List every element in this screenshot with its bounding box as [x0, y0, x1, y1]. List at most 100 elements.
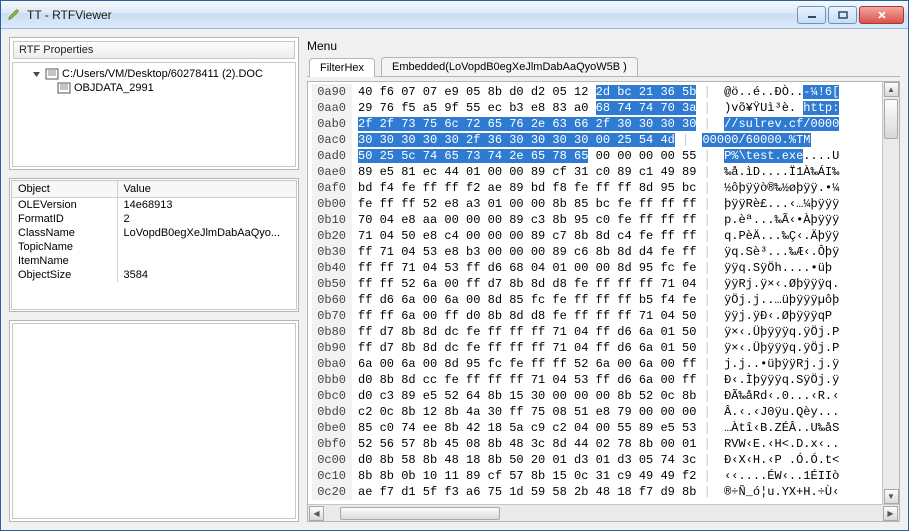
- property-row[interactable]: ItemName: [12, 254, 296, 268]
- ascii-selection[interactable]: 00000/60000.%TM: [702, 133, 810, 147]
- hex-row[interactable]: 0b80ff d7 8b 8d dc fe ff ff ff 71 04 ff …: [312, 324, 878, 340]
- hex-row[interactable]: 0b50ff ff 52 6a 00 ff d7 8b 8d d8 fe ff …: [312, 276, 878, 292]
- property-row[interactable]: ObjectSize3584: [12, 268, 296, 282]
- hex-ascii[interactable]: Â.‹.‹J0ÿu.Qèy...: [724, 404, 839, 420]
- hex-bytes[interactable]: 52 56 57 8b 45 08 8b 48 3c 8d 44 02 78 8…: [358, 436, 696, 452]
- hex-selection[interactable]: 30 30 30 30 30 2f 36 30 30 30 30 00 25 5…: [358, 133, 675, 147]
- hex-selection[interactable]: 2f 2f 73 75 6c 72 65 76 2e 63 66 2f 30 3…: [358, 117, 696, 131]
- hex-row[interactable]: 0aa029 76 f5 a5 9f 55 ec b3 e8 83 a0 68 …: [312, 100, 878, 116]
- property-row[interactable]: ClassNameLoVopdB0egXeJlmDabAaQyo...: [12, 226, 296, 240]
- ascii-selection[interactable]: //sulrev.cf/0000: [724, 117, 839, 131]
- hex-bytes[interactable]: 2f 2f 73 75 6c 72 65 76 2e 63 66 2f 30 3…: [358, 116, 696, 132]
- hex-bytes[interactable]: ff d7 8b 8d dc fe ff ff ff 71 04 ff d6 6…: [358, 324, 696, 340]
- hex-bytes[interactable]: d0 8b 58 8b 48 18 8b 50 20 01 d3 01 d3 0…: [358, 452, 696, 468]
- hex-ascii[interactable]: )võ¥ŸUì³è. http:: [724, 100, 839, 116]
- hex-ascii[interactable]: ®÷Ñ_ó¦u.YX+H.÷Ù‹: [724, 484, 839, 500]
- hex-viewer[interactable]: 0a9040 f6 07 07 e9 05 8b d0 d2 05 12 2d …: [307, 81, 900, 522]
- hex-ascii[interactable]: //sulrev.cf/0000: [724, 116, 839, 132]
- hex-bytes[interactable]: d0 8b 8d cc fe ff ff ff 71 04 53 ff d6 6…: [358, 372, 696, 388]
- hex-bytes[interactable]: ff ff 6a 00 ff d0 8b 8d d8 fe ff ff ff 7…: [358, 308, 696, 324]
- hex-bytes[interactable]: 71 04 50 e8 c4 00 00 00 89 c7 8b 8d c4 f…: [358, 228, 696, 244]
- col-value[interactable]: Value: [117, 181, 296, 198]
- hex-ascii[interactable]: ÿ×‹.Üþÿÿÿq.ÿÖj.P: [724, 340, 839, 356]
- hex-selection[interactable]: 50 25 5c 74 65 73 74 2e 65 78 65: [358, 149, 588, 163]
- hex-bytes[interactable]: 85 c0 74 ee 8b 42 18 5a c9 c2 04 00 55 8…: [358, 420, 696, 436]
- hex-bytes[interactable]: ff ff 71 04 53 ff d6 68 04 01 00 00 8d 9…: [358, 260, 696, 276]
- hex-row[interactable]: 0ab02f 2f 73 75 6c 72 65 76 2e 63 66 2f …: [312, 116, 878, 132]
- hex-row[interactable]: 0bb0d0 8b 8d cc fe ff ff ff 71 04 53 ff …: [312, 372, 878, 388]
- hex-bytes[interactable]: 70 04 e8 aa 00 00 00 89 c3 8b 95 c0 fe f…: [358, 212, 696, 228]
- collapse-toggle-icon[interactable]: [31, 69, 42, 80]
- hex-bytes[interactable]: ff ff 52 6a 00 ff d7 8b 8d d8 fe ff ff f…: [358, 276, 696, 292]
- hex-ascii[interactable]: ‹‹....ÉW‹..1ÉIIò: [724, 468, 839, 484]
- col-object[interactable]: Object: [12, 181, 117, 198]
- hex-ascii[interactable]: …Àtî‹B.ZÉÂ..U‰åS: [724, 420, 839, 436]
- hex-row[interactable]: 0c20ae f7 d1 5f f3 a6 75 1d 59 58 2b 48 …: [312, 484, 878, 500]
- hex-ascii[interactable]: 00000/60000.%TM: [702, 132, 810, 148]
- tab-embedded[interactable]: Embedded(LoVopdB0egXeJlmDabAaQyoW5B ): [381, 57, 638, 76]
- hex-bytes[interactable]: bd f4 fe ff ff f2 ae 89 bd f8 fe ff ff 8…: [358, 180, 696, 196]
- hex-selection[interactable]: 68 74 74 70 3a: [596, 101, 697, 115]
- hex-bytes[interactable]: 89 e5 81 ec 44 01 00 00 89 cf 31 c0 89 c…: [358, 164, 696, 180]
- horizontal-scrollbar[interactable]: ◀ ▶: [308, 504, 899, 521]
- hex-bytes[interactable]: fe ff ff 52 e8 a3 01 00 00 8b 85 bc fe f…: [358, 196, 696, 212]
- hex-ascii[interactable]: ÿÖj.j..…üþÿÿÿµôþ: [724, 292, 839, 308]
- hex-ascii[interactable]: ÐÃ‰åRd‹.0...‹R.‹: [724, 388, 839, 404]
- scroll-right-icon[interactable]: ▶: [883, 506, 898, 521]
- hex-row[interactable]: 0b1070 04 e8 aa 00 00 00 89 c3 8b 95 c0 …: [312, 212, 878, 228]
- hex-ascii[interactable]: j.j..•üþÿÿRj.j.ÿ: [724, 356, 839, 372]
- hex-row[interactable]: 0a9040 f6 07 07 e9 05 8b d0 d2 05 12 2d …: [312, 84, 878, 100]
- property-row[interactable]: OLEVersion14e68913: [12, 198, 296, 213]
- hex-row[interactable]: 0b30ff 71 04 53 e8 b3 00 00 00 89 c6 8b …: [312, 244, 878, 260]
- hex-bytes[interactable]: 8b 8b 0b 10 11 89 cf 57 8b 15 0c 31 c9 4…: [358, 468, 696, 484]
- hex-row[interactable]: 0b60ff d6 6a 00 6a 00 8d 85 fc fe ff ff …: [312, 292, 878, 308]
- hex-ascii[interactable]: ½ôþÿÿò®‰½øþÿÿ.•¼: [724, 180, 839, 196]
- hex-row[interactable]: 0b40ff ff 71 04 53 ff d6 68 04 01 00 00 …: [312, 260, 878, 276]
- hex-bytes[interactable]: ae f7 d1 5f f3 a6 75 1d 59 58 2b 48 18 f…: [358, 484, 696, 500]
- hex-row[interactable]: 0b2071 04 50 e8 c4 00 00 00 89 c7 8b 8d …: [312, 228, 878, 244]
- hex-row[interactable]: 0b00fe ff ff 52 e8 a3 01 00 00 8b 85 bc …: [312, 196, 878, 212]
- hex-ascii[interactable]: ÿÿj.ÿÐ‹.ØþÿÿÿqP: [724, 308, 832, 324]
- hex-row[interactable]: 0ae089 e5 81 ec 44 01 00 00 89 cf 31 c0 …: [312, 164, 878, 180]
- scroll-down-icon[interactable]: ▼: [884, 489, 899, 504]
- hex-ascii[interactable]: p.èª...‰Ã‹•Àþÿÿÿ: [724, 212, 839, 228]
- hex-row[interactable]: 0ad050 25 5c 74 65 73 74 2e 65 78 65 00 …: [312, 148, 878, 164]
- hex-row[interactable]: 0c00d0 8b 58 8b 48 18 8b 50 20 01 d3 01 …: [312, 452, 878, 468]
- hex-bytes[interactable]: ff d7 8b 8d dc fe ff ff ff 71 04 ff d6 6…: [358, 340, 696, 356]
- tab-filterhex[interactable]: FilterHex: [309, 58, 375, 77]
- vertical-scrollbar[interactable]: ▲ ▼: [882, 82, 899, 504]
- property-row[interactable]: TopicName: [12, 240, 296, 254]
- hex-ascii[interactable]: Ð‹.Ìþÿÿÿq.SÿÖj.ÿ: [724, 372, 839, 388]
- hex-row[interactable]: 0c108b 8b 0b 10 11 89 cf 57 8b 15 0c 31 …: [312, 468, 878, 484]
- titlebar[interactable]: TT - RTFViewer: [1, 1, 908, 29]
- hex-row[interactable]: 0bd0c2 0c 8b 12 8b 4a 30 ff 75 08 51 e8 …: [312, 404, 878, 420]
- close-button[interactable]: [859, 6, 904, 24]
- ascii-selection[interactable]: -¼!6[: [803, 85, 839, 99]
- tree-child-row[interactable]: OBJDATA_2991: [15, 81, 293, 95]
- maximize-button[interactable]: [828, 6, 857, 24]
- minimize-button[interactable]: [797, 6, 826, 24]
- file-tree[interactable]: C:/Users/VM/Desktop/60278411 (2).DOC OBJ…: [12, 62, 296, 167]
- property-row[interactable]: FormatID2: [12, 212, 296, 226]
- hex-row[interactable]: 0bc0d0 c3 89 e5 52 64 8b 15 30 00 00 00 …: [312, 388, 878, 404]
- scroll-thumb-h[interactable]: [340, 507, 500, 520]
- hex-bytes[interactable]: ff 71 04 53 e8 b3 00 00 00 89 c6 8b 8d d…: [358, 244, 696, 260]
- hex-ascii[interactable]: q.PèÄ...‰Ç‹.Äþÿÿ: [724, 228, 839, 244]
- hex-bytes[interactable]: 6a 00 6a 00 8d 95 fc fe ff ff 52 6a 00 6…: [358, 356, 696, 372]
- hex-ascii[interactable]: ÿq.Sè³...‰Æ‹.Ôþÿ: [724, 244, 839, 260]
- ascii-selection[interactable]: http:: [803, 101, 839, 115]
- hex-bytes[interactable]: 29 76 f5 a5 9f 55 ec b3 e8 83 a0 68 74 7…: [358, 100, 696, 116]
- hex-ascii[interactable]: P%\test.exe....U: [724, 148, 839, 164]
- hex-bytes[interactable]: ff d6 6a 00 6a 00 8d 85 fc fe ff ff ff b…: [358, 292, 696, 308]
- properties-table[interactable]: Object Value OLEVersion14e68913FormatID2…: [11, 180, 297, 310]
- hex-row[interactable]: 0ac030 30 30 30 30 2f 36 30 30 30 30 00 …: [312, 132, 878, 148]
- hex-row[interactable]: 0af0bd f4 fe ff ff f2 ae 89 bd f8 fe ff …: [312, 180, 878, 196]
- tree-root-row[interactable]: C:/Users/VM/Desktop/60278411 (2).DOC: [15, 67, 293, 81]
- hex-ascii[interactable]: ÿÿq.SÿÖh....•üþ: [724, 260, 832, 276]
- hex-bytes[interactable]: 40 f6 07 07 e9 05 8b d0 d2 05 12 2d bc 2…: [358, 84, 696, 100]
- hex-bytes[interactable]: c2 0c 8b 12 8b 4a 30 ff 75 08 51 e8 79 0…: [358, 404, 696, 420]
- hex-ascii[interactable]: Ð‹X‹H.‹P .Ó.Ó.t<: [724, 452, 839, 468]
- menu-label[interactable]: Menu: [307, 37, 900, 53]
- hex-bytes[interactable]: 50 25 5c 74 65 73 74 2e 65 78 65 00 00 0…: [358, 148, 696, 164]
- hex-bytes[interactable]: d0 c3 89 e5 52 64 8b 15 30 00 00 00 8b 5…: [358, 388, 696, 404]
